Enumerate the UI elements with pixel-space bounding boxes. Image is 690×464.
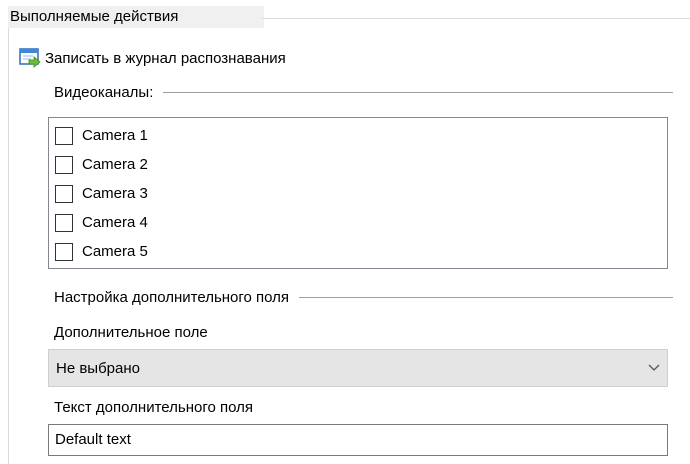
chevron-down-icon[interactable]: [641, 358, 667, 378]
camera-checkbox[interactable]: [55, 126, 73, 145]
camera-label: Camera 1: [82, 127, 148, 144]
group-border-top: [262, 18, 690, 19]
camera-checkbox[interactable]: [55, 242, 73, 261]
extra-section-header: Настройка дополнительного поля: [54, 286, 673, 308]
extra-text-input[interactable]: Default text: [48, 424, 668, 456]
group-title: Выполняемые действия: [8, 6, 264, 28]
channels-list[interactable]: Camera 1 Camera 2 Camera 3 Camera 4 Came…: [48, 117, 668, 269]
extra-header-label: Настройка дополнительного поля: [54, 288, 290, 306]
group-border-left: [8, 28, 9, 464]
camera-label: Camera 2: [82, 156, 148, 173]
list-item[interactable]: Camera 1: [49, 121, 667, 150]
channels-header-label: Видеоканалы:: [54, 83, 154, 101]
list-item[interactable]: Camera 3: [49, 179, 667, 208]
section-divider: [163, 91, 673, 93]
camera-label: Camera 4: [82, 214, 148, 231]
section-divider: [299, 296, 673, 298]
log-action-icon: [19, 48, 41, 68]
camera-checkbox[interactable]: [55, 184, 73, 203]
list-item[interactable]: Camera 2: [49, 150, 667, 179]
action-label: Записать в журнал распознавания: [45, 49, 286, 67]
camera-label: Camera 5: [82, 243, 148, 260]
camera-checkbox[interactable]: [55, 155, 73, 174]
camera-checkbox[interactable]: [55, 213, 73, 232]
channels-section-header: Видеоканалы:: [54, 81, 673, 103]
dropdown-value: Не выбрано: [56, 359, 140, 377]
camera-label: Camera 3: [82, 185, 148, 202]
list-item[interactable]: Camera 5: [49, 237, 667, 266]
extra-field-label: Дополнительное поле: [54, 324, 208, 341]
extra-text-label: Текст дополнительного поля: [54, 399, 253, 416]
extra-field-dropdown[interactable]: Не выбрано: [48, 349, 668, 387]
action-item[interactable]: Записать в журнал распознавания: [19, 47, 286, 69]
list-item[interactable]: Camera 4: [49, 208, 667, 237]
